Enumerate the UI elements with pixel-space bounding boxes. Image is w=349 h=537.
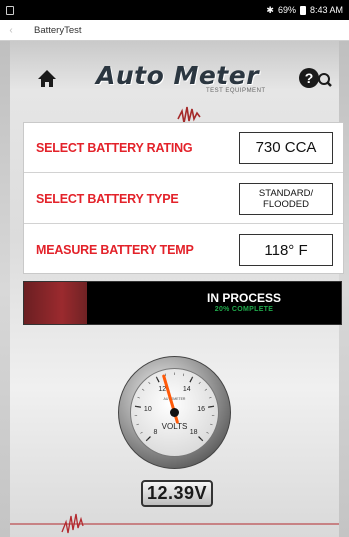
battery-temp-label: MEASURE BATTERY TEMP xyxy=(36,243,194,257)
battery-icon xyxy=(299,5,306,15)
battery-temp-row[interactable]: MEASURE BATTERY TEMP 118° F xyxy=(24,225,343,275)
battery-percent: 69% xyxy=(277,5,296,15)
clock: 8:43 AM xyxy=(309,5,343,15)
footer-waveform xyxy=(10,513,339,534)
logo-subtitle: TEST EQUIPMENT xyxy=(206,88,266,94)
home-icon[interactable] xyxy=(36,67,58,89)
voltmeter-gauge: 8 10 12 14 16 18 VOLTS AUTOMETER xyxy=(118,356,231,469)
progress-subtitle: 20% COMPLETE xyxy=(214,306,274,313)
battery-type-line2: FLOODED xyxy=(263,198,309,210)
progress-fill xyxy=(24,282,88,324)
settings-panel: SELECT BATTERY RATING 730 CCA SELECT BAT… xyxy=(23,122,344,274)
battery-type-label: SELECT BATTERY TYPE xyxy=(36,191,179,206)
help-icon[interactable]: ? xyxy=(297,66,333,90)
gauge-tick-label: 10 xyxy=(144,406,152,413)
left-border xyxy=(0,41,10,537)
back-arrow-icon[interactable]: ‹ xyxy=(4,25,18,36)
battery-type-line1: STANDARD/ xyxy=(258,187,314,199)
gauge-tick-label: 8 xyxy=(153,429,157,436)
svg-text:?: ? xyxy=(305,70,314,86)
battery-type-row[interactable]: SELECT BATTERY TYPE STANDARD/ FLOODED xyxy=(24,174,343,224)
gauge-brand: AUTOMETER xyxy=(164,397,186,401)
status-bar: ✱ 69% 8:43 AM xyxy=(0,0,349,20)
app-bar: ‹ BatteryTest xyxy=(0,20,349,41)
gauge-hub xyxy=(170,408,179,417)
app-title: BatteryTest xyxy=(34,24,82,36)
gauge-tick-label: 12 xyxy=(158,386,166,393)
battery-type-value[interactable]: STANDARD/ FLOODED xyxy=(239,182,333,215)
progress-bar: IN PROCESS 20% COMPLETE xyxy=(23,281,342,325)
gauge-tick-label: 18 xyxy=(190,429,198,436)
voltage-readout: 12.39V xyxy=(141,480,213,507)
battery-rating-label: SELECT BATTERY RATING xyxy=(36,140,193,155)
logo: Auto Meter xyxy=(96,61,260,90)
status-right: ✱ 69% 8:43 AM xyxy=(266,5,343,16)
battery-temp-value[interactable]: 118° F xyxy=(239,234,333,266)
gauge-tick-label: 16 xyxy=(197,406,205,413)
battery-rating-row[interactable]: SELECT BATTERY RATING 730 CCA xyxy=(24,123,343,173)
progress-title: IN PROCESS xyxy=(206,291,281,305)
battery-rating-value[interactable]: 730 CCA xyxy=(239,131,333,164)
gauge-unit-label: VOLTS xyxy=(162,422,188,431)
notification-icon xyxy=(6,5,14,15)
gauge-tick-label: 14 xyxy=(183,386,191,393)
bluetooth-icon: ✱ xyxy=(266,4,274,15)
